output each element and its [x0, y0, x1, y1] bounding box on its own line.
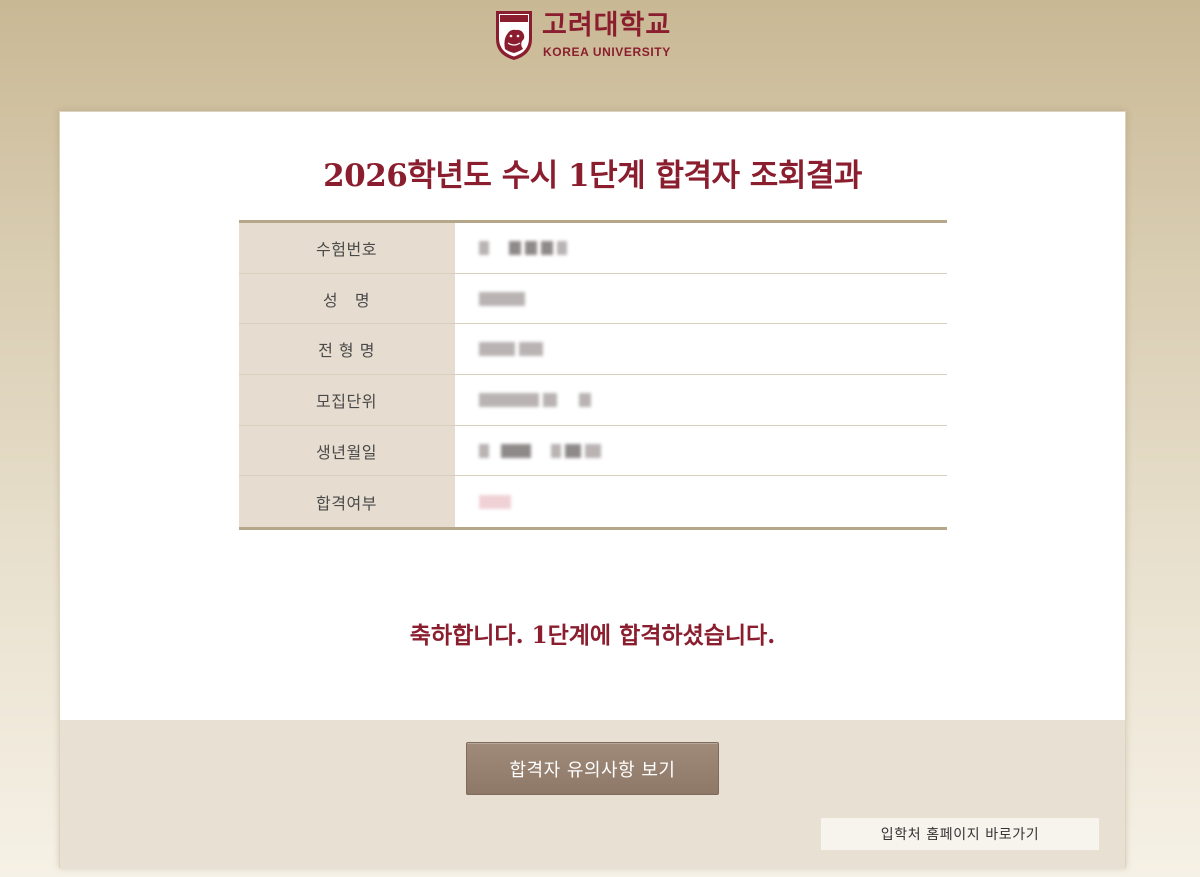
admission-type-label: 전 형 명 [239, 324, 455, 375]
table-row: 생년월일 [239, 425, 947, 477]
recruitment-unit-value [455, 375, 947, 425]
table-row: 합격여부 [239, 476, 947, 528]
logo-korean-text: 고려대학교 [542, 10, 672, 41]
applicant-info-table: 수험번호 성 명 전 형 명 모집단위 생년월일 합격여부 [239, 220, 947, 531]
recruitment-unit-label: 모집단위 [239, 375, 455, 425]
table-row: 전 형 명 [239, 324, 947, 376]
exam-number-value [455, 223, 947, 273]
result-card: 2026학년도 수시 1단계 합격자 조회결과 수험번호 성 명 전 형 명 모… [59, 111, 1126, 869]
redacted-value [479, 494, 511, 509]
page-title: 2026학년도 수시 1단계 합격자 조회결과 [323, 158, 862, 194]
birthdate-label: 생년월일 [239, 425, 455, 476]
redacted-value [479, 240, 567, 255]
exam-number-label: 수험번호 [239, 223, 455, 273]
table-row: 모집단위 [239, 375, 947, 426]
name-value [455, 273, 947, 324]
logo-english-text: KOREA UNIVERSITY [543, 45, 671, 59]
congratulations-message: 축하합니다. 1단계에 합격하셨습니다. [409, 622, 776, 649]
table-row: 수험번호 [239, 223, 947, 274]
view-notice-button[interactable]: 합격자 유의사항 보기 [466, 742, 719, 795]
name-label: 성 명 [239, 273, 455, 324]
korea-university-logo[interactable]: 고려대학교 KOREA UNIVERSITY [494, 9, 694, 65]
admission-type-value [455, 324, 947, 375]
admissions-homepage-link[interactable]: 입학처 홈페이지 바로가기 [821, 818, 1099, 850]
redacted-value [479, 392, 591, 407]
birthdate-value [455, 425, 947, 476]
redacted-value [479, 443, 601, 458]
table-row: 성 명 [239, 273, 947, 325]
pass-status-value [455, 476, 947, 528]
redacted-value [479, 342, 543, 357]
tiger-seal-icon [496, 11, 532, 60]
pass-status-label: 합격여부 [239, 476, 455, 528]
redacted-value [479, 291, 525, 306]
action-area: 합격자 유의사항 보기 입학처 홈페이지 바로가기 [60, 720, 1125, 869]
